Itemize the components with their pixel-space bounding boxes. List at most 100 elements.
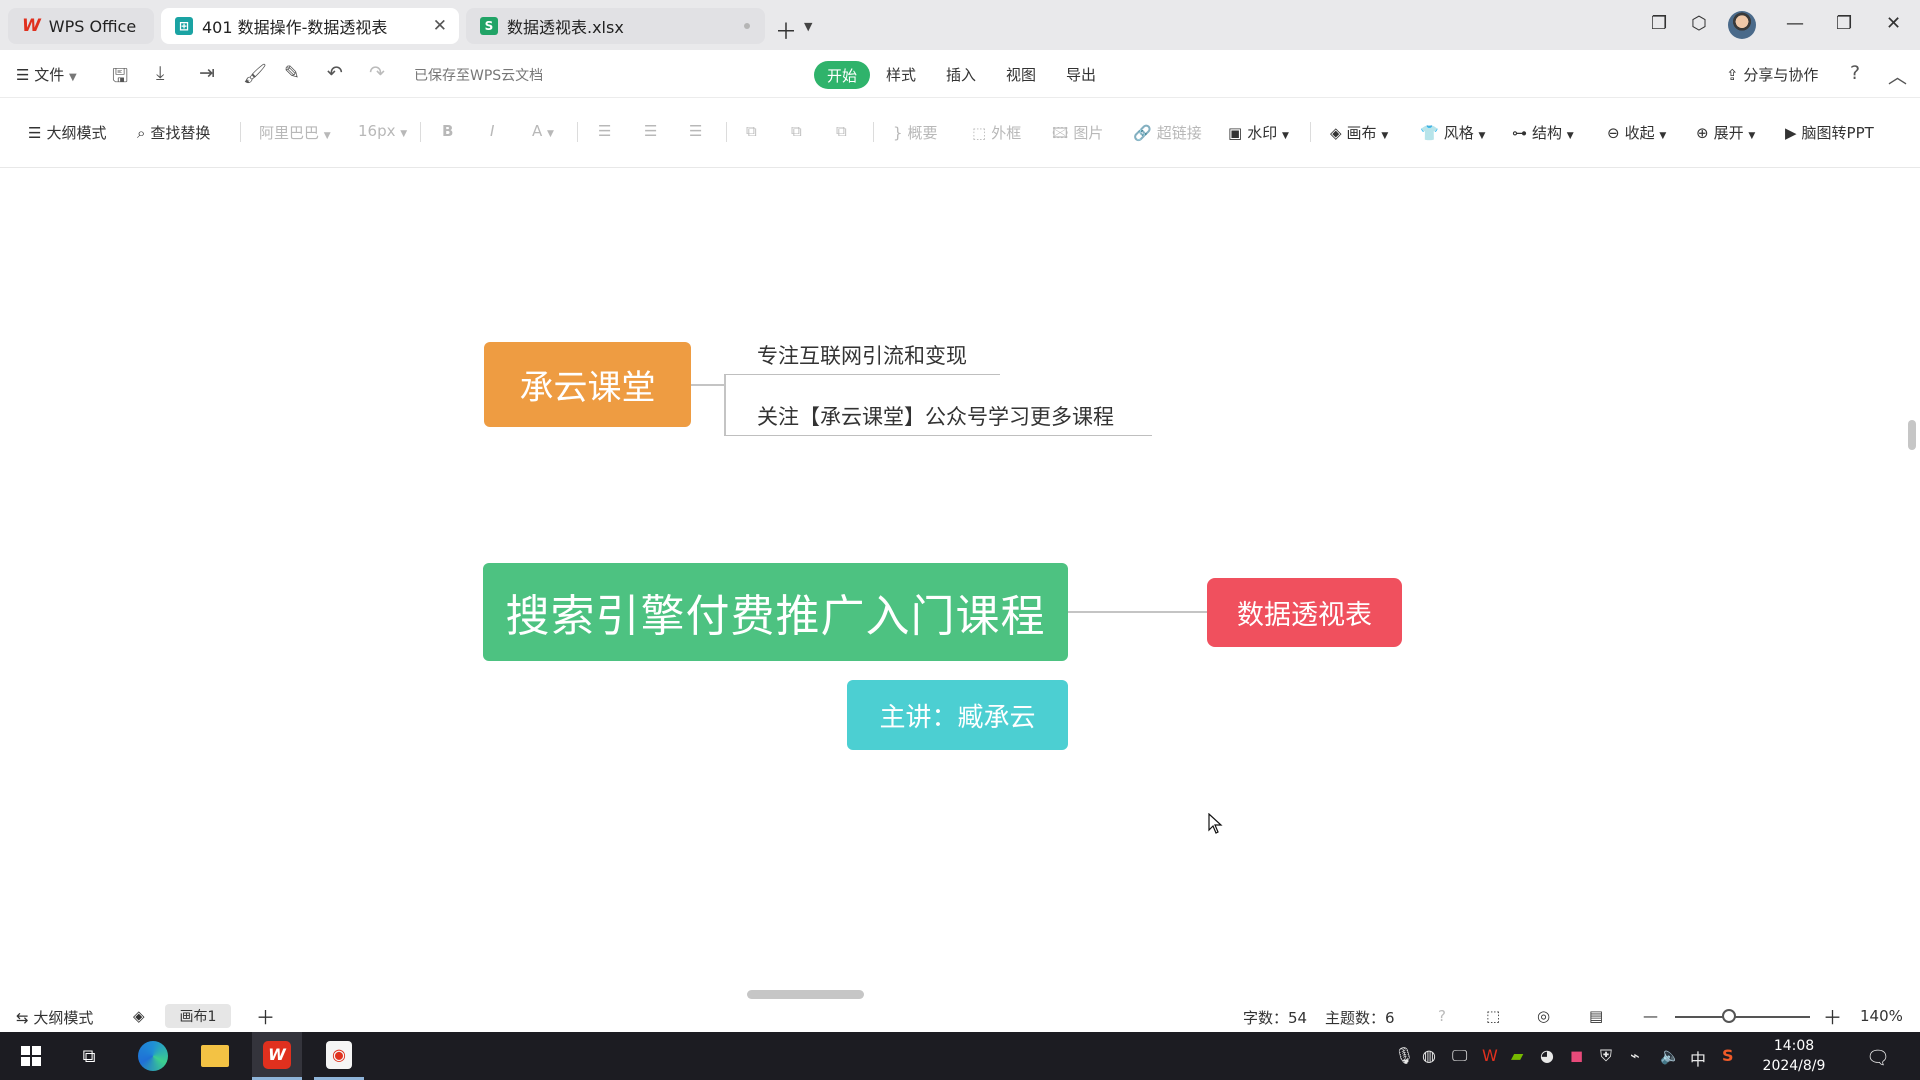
align-center-icon[interactable]: ☰ xyxy=(644,122,657,140)
speaker-node[interactable]: 主讲：臧承云 xyxy=(847,680,1068,750)
minimize-icon[interactable]: — xyxy=(1786,13,1804,34)
wps-taskbar-icon[interactable]: W xyxy=(252,1032,302,1080)
nvidia-icon[interactable]: ▰ xyxy=(1511,1046,1523,1065)
mindmap-canvas[interactable]: 承云课堂 专注互联网引流和变现 关注【承云课堂】公众号学习更多课程 搜索引擎付费… xyxy=(0,168,1920,1000)
child-topic-node[interactable]: 数据透视表 xyxy=(1207,578,1402,647)
bold-button[interactable]: B xyxy=(442,122,453,140)
pen-icon[interactable]: ✎ xyxy=(284,62,300,84)
close-window-icon[interactable]: ✕ xyxy=(1886,13,1901,34)
vertical-scrollbar[interactable] xyxy=(1908,420,1916,450)
task-view-icon[interactable]: ⧉ xyxy=(66,1032,112,1080)
close-tab-icon[interactable]: ✕ xyxy=(433,16,447,36)
collapse-button[interactable]: ⊖ 收起 ▼ xyxy=(1607,122,1666,143)
download-icon[interactable]: ⤓ xyxy=(156,62,164,84)
window-layout-icon[interactable]: ❐ xyxy=(1651,13,1667,34)
restore-window-icon[interactable]: ❐ xyxy=(1836,13,1852,34)
zoom-slider-thumb[interactable] xyxy=(1722,1009,1736,1023)
windows-start-icon[interactable] xyxy=(8,1032,54,1080)
mindmap-to-ppt-button[interactable]: ▶ 脑图转PPT xyxy=(1785,122,1874,143)
tray-app-icon[interactable]: ◼ xyxy=(1570,1046,1583,1065)
insert-before-icon[interactable]: ⧉ xyxy=(746,122,757,140)
brand-child-topic[interactable]: 关注【承云课堂】公众号学习更多课程 xyxy=(757,401,1114,431)
tab-spreadsheet-document[interactable]: S 数据透视表.xlsx xyxy=(466,8,765,44)
canvas-button[interactable]: ◈ 画布 ▼ xyxy=(1330,122,1388,143)
file-menu[interactable]: ☰ 文件 ▼ xyxy=(16,64,77,85)
unsaved-dot-icon[interactable] xyxy=(744,23,750,29)
align-right-icon[interactable]: ☰ xyxy=(689,122,702,140)
new-tab-plus-icon[interactable]: ＋ xyxy=(775,14,797,46)
zoom-slider[interactable] xyxy=(1675,1016,1810,1018)
mouse-cursor-icon xyxy=(1208,813,1223,834)
divider xyxy=(873,122,874,142)
chrome-icon[interactable]: ◕ xyxy=(1540,1046,1554,1065)
help-icon[interactable]: ? xyxy=(1850,62,1860,84)
brand-node[interactable]: 承云课堂 xyxy=(484,342,691,427)
divider xyxy=(420,122,421,142)
recorder-app-icon[interactable]: ◉ xyxy=(314,1032,364,1080)
find-replace-button[interactable]: ⌕ 查找替换 xyxy=(137,122,210,143)
font-size-select[interactable]: 16px ▼ xyxy=(358,122,407,140)
structure-button[interactable]: ⊶ 结构 ▼ xyxy=(1512,122,1574,143)
edge-browser-icon[interactable] xyxy=(128,1032,178,1080)
font-color-button[interactable]: A ▼ xyxy=(532,122,554,140)
tab-start[interactable]: 开始 xyxy=(814,61,870,89)
frame-button[interactable]: ⬚ 外框 xyxy=(972,122,1021,143)
format-painter-icon[interactable]: 🖌 xyxy=(243,62,267,85)
input-method[interactable]: 中 xyxy=(1690,1046,1706,1070)
outline-mode-toggle[interactable]: ⇆ 大纲模式 xyxy=(16,1007,93,1028)
tray-app-icon[interactable]: ◍ xyxy=(1422,1046,1436,1065)
style-button[interactable]: 👕 风格 ▼ xyxy=(1420,122,1485,143)
align-left-icon[interactable]: ☰ xyxy=(598,122,611,140)
system-clock[interactable]: 14:08 2024/8/9 xyxy=(1754,1036,1834,1076)
root-topic-node[interactable]: 搜索引擎付费推广入门课程 xyxy=(483,563,1068,661)
image-button[interactable]: 🖾 图片 xyxy=(1052,122,1103,148)
collapse-ribbon-icon[interactable]: ︿ xyxy=(1888,62,1907,89)
italic-button[interactable]: I xyxy=(490,122,494,140)
help-icon[interactable]: ? xyxy=(1438,1007,1446,1025)
user-avatar[interactable] xyxy=(1728,11,1756,39)
notification-icon[interactable]: 🗨 xyxy=(1866,1046,1890,1069)
tab-style[interactable]: 样式 xyxy=(886,64,916,85)
file-explorer-icon[interactable] xyxy=(190,1032,240,1080)
undo-icon[interactable]: ↶ xyxy=(327,62,343,84)
select-mode-icon[interactable]: ⬚ xyxy=(1486,1007,1500,1025)
zoom-level[interactable]: 140% xyxy=(1860,1007,1903,1025)
network-icon[interactable]: ⌁ xyxy=(1630,1046,1640,1065)
expand-button[interactable]: ⊕ 展开 ▼ xyxy=(1696,122,1755,143)
hyperlink-button[interactable]: 🔗 超链接 xyxy=(1133,122,1202,143)
volume-icon[interactable]: 🔈 xyxy=(1660,1046,1680,1065)
tab-insert[interactable]: 插入 xyxy=(946,64,976,85)
font-family-select[interactable]: 阿里巴巴 ▼ xyxy=(259,122,331,143)
outline-mode-button[interactable]: ☰ 大纲模式 xyxy=(28,122,106,143)
monitor-icon[interactable]: 🖵 xyxy=(1452,1046,1467,1066)
insert-child-icon[interactable]: ⧉ xyxy=(836,122,847,140)
summary-button[interactable]: } 概要 xyxy=(893,122,938,143)
watermark-label: 水印 xyxy=(1247,124,1278,142)
export-icon[interactable]: ⇥ xyxy=(199,62,215,84)
map-view-icon[interactable]: ▤ xyxy=(1589,1007,1603,1025)
zoom-in-icon[interactable]: ＋ xyxy=(1823,1003,1842,1030)
add-canvas-plus-icon[interactable]: ＋ xyxy=(256,1003,275,1030)
clock-time: 14:08 xyxy=(1773,1038,1815,1054)
redo-icon[interactable]: ↷ xyxy=(369,62,385,84)
horizontal-scrollbar[interactable] xyxy=(747,990,864,999)
security-shield-icon[interactable]: ⛨ xyxy=(1600,1046,1612,1066)
watermark-button[interactable]: ▣ 水印 ▼ xyxy=(1228,122,1289,143)
sogou-input-icon[interactable]: S xyxy=(1722,1046,1734,1065)
tab-view[interactable]: 视图 xyxy=(1006,64,1036,85)
tab-export[interactable]: 导出 xyxy=(1066,64,1096,85)
wps-tray-icon[interactable]: W xyxy=(1482,1046,1498,1065)
cube-icon[interactable]: ⬡ xyxy=(1691,13,1707,34)
canvas-sheet-tab[interactable]: 画布1 xyxy=(165,1004,231,1028)
zoom-out-icon[interactable]: — xyxy=(1643,1007,1658,1025)
chevron-down-icon[interactable]: ▼ xyxy=(804,20,812,33)
microphone-icon[interactable]: 🎙 xyxy=(1394,1046,1414,1065)
tab-wps-home[interactable]: W WPS Office xyxy=(8,8,154,44)
tab-mindmap-document[interactable]: ⊞ 401 数据操作-数据透视表 ✕ xyxy=(161,8,459,44)
save-icon[interactable]: 🖫 xyxy=(112,62,128,94)
layers-icon[interactable]: ◈ xyxy=(133,1007,145,1025)
insert-sibling-icon[interactable]: ⧉ xyxy=(791,122,802,140)
share-collaborate-button[interactable]: ⇪ 分享与协作 xyxy=(1726,64,1818,85)
brand-child-topic[interactable]: 专注互联网引流和变现 xyxy=(757,340,967,370)
locate-icon[interactable]: ◎ xyxy=(1537,1007,1550,1025)
